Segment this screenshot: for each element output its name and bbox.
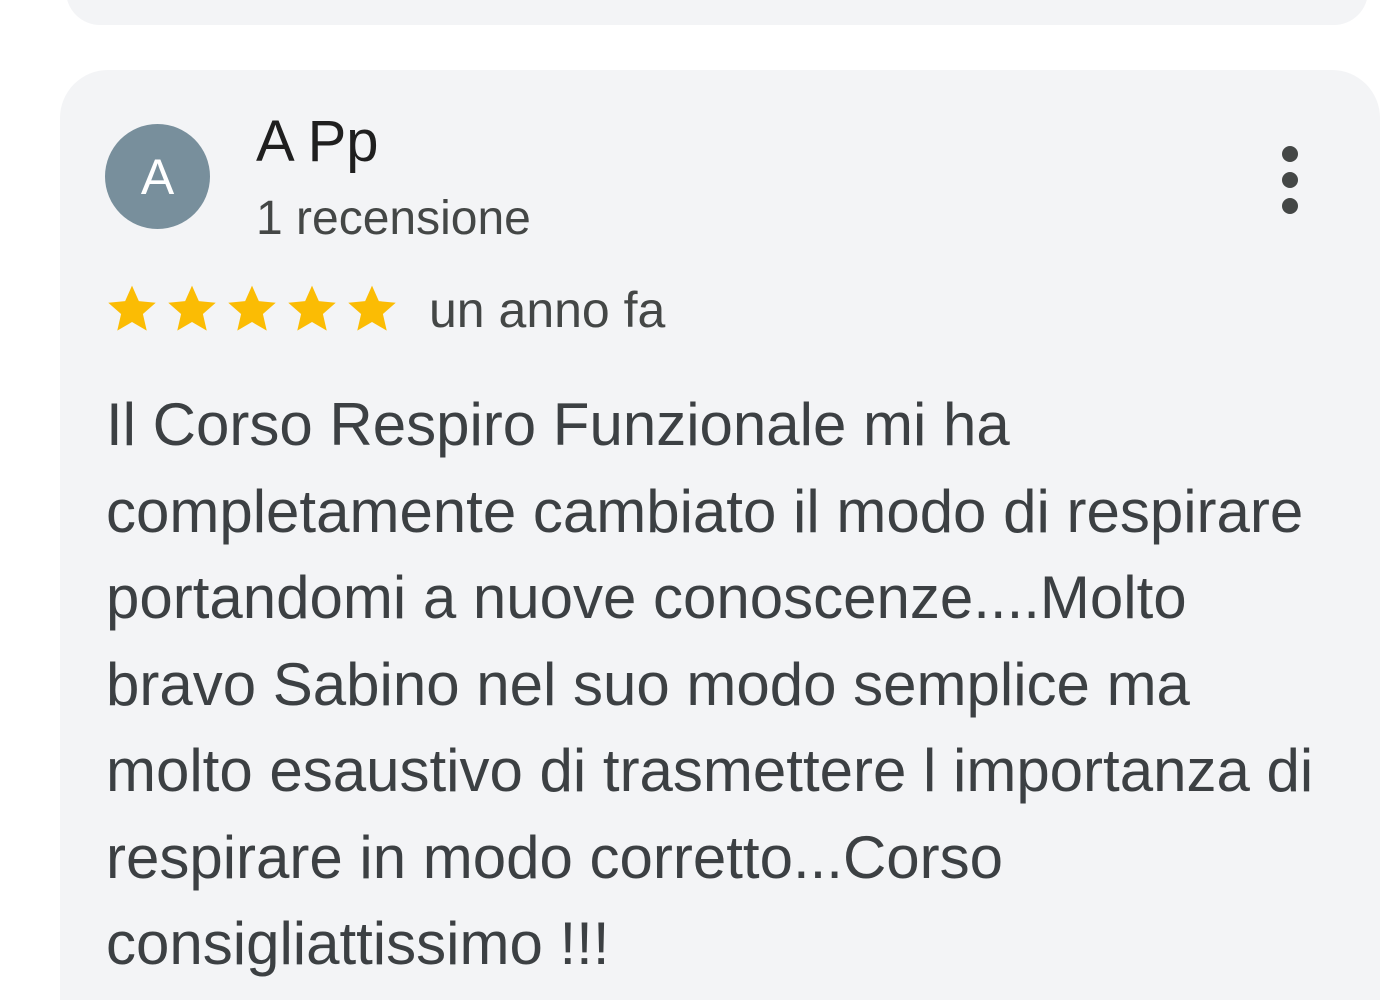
review-text: Il Corso Respiro Funzionale mi ha comple… bbox=[106, 391, 1314, 977]
more-vertical-icon-dot bbox=[1282, 172, 1298, 188]
reviewer-name[interactable]: A Pp bbox=[256, 108, 379, 176]
more-vertical-icon bbox=[1282, 146, 1298, 162]
more-vertical-icon-dot bbox=[1282, 198, 1298, 214]
star-icon bbox=[168, 285, 216, 331]
reviews-screen: A A Pp 1 recensione un anno fa Il Corso … bbox=[0, 0, 1394, 1000]
star-icon bbox=[228, 285, 276, 331]
star-icon bbox=[348, 285, 396, 331]
previous-review-card bbox=[66, 0, 1368, 25]
more-options-button[interactable] bbox=[1264, 140, 1316, 220]
avatar[interactable]: A bbox=[105, 124, 210, 229]
reviewer-review-count: 1 recensione bbox=[256, 192, 531, 245]
review-time: un anno fa bbox=[429, 282, 666, 338]
avatar-initial: A bbox=[140, 148, 175, 205]
star-rating bbox=[104, 282, 400, 336]
star-icon bbox=[108, 285, 156, 331]
star-icon bbox=[288, 285, 336, 331]
